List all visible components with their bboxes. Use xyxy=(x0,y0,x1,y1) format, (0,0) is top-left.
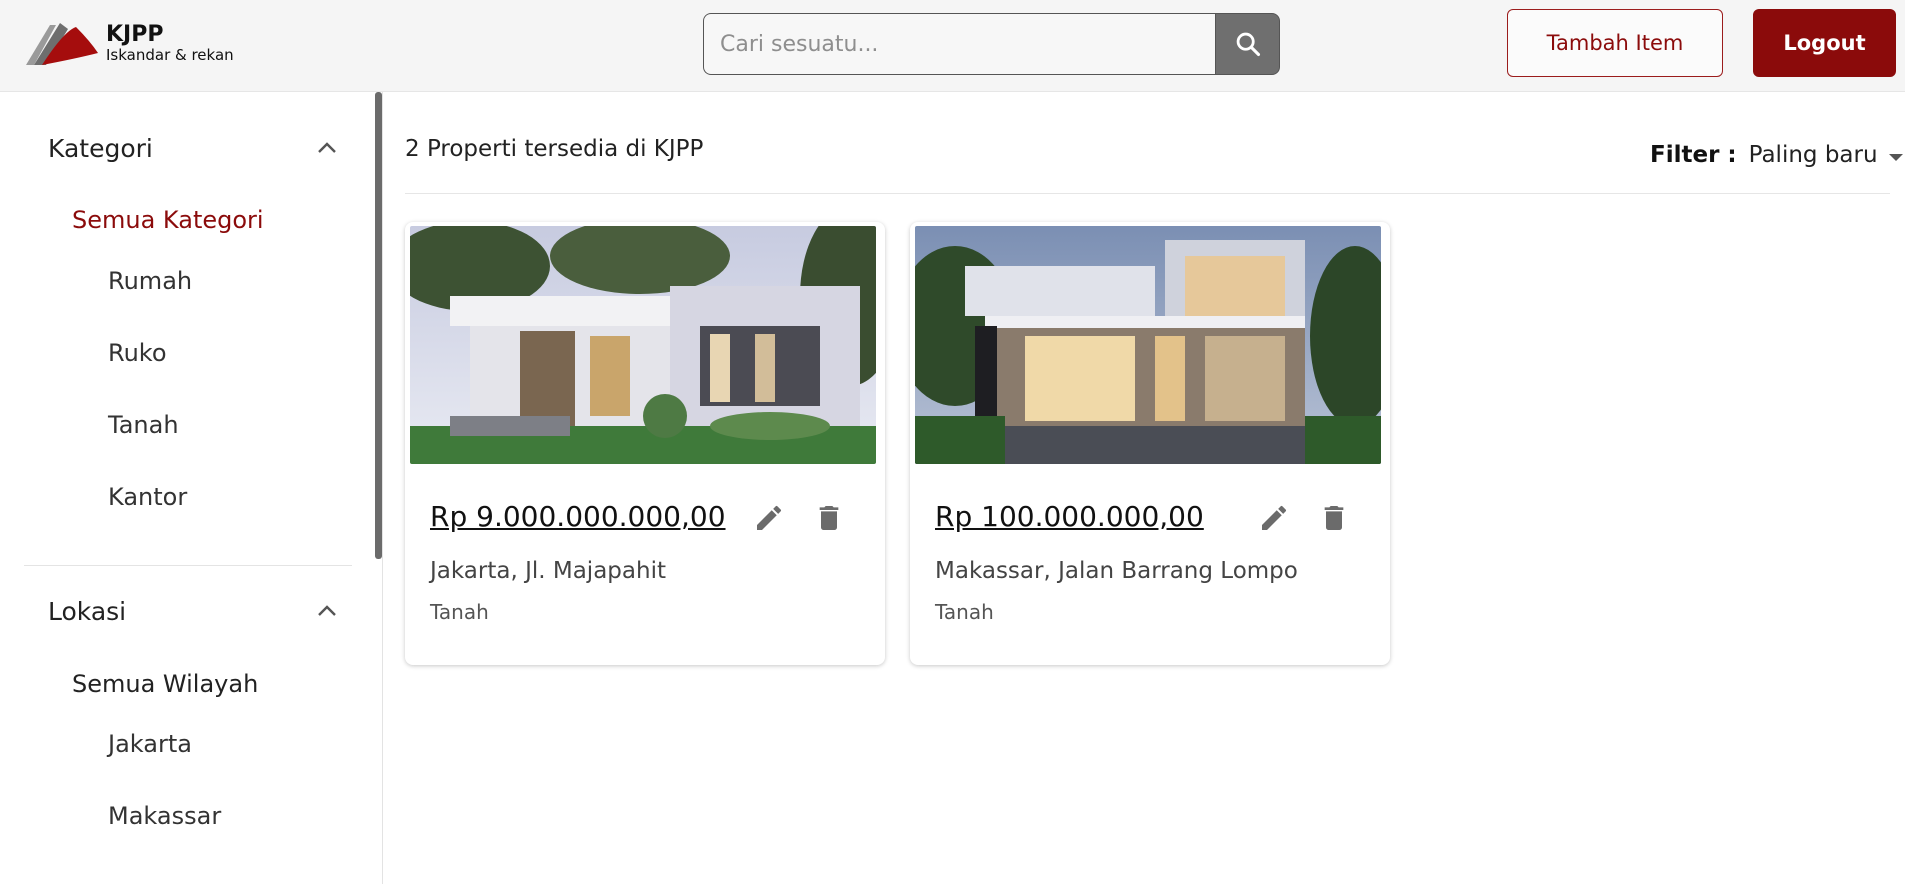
trash-icon[interactable] xyxy=(1318,502,1350,538)
trash-icon[interactable] xyxy=(813,502,845,538)
results-count-title: 2 Properti tersedia di KJPP xyxy=(405,136,704,162)
logo[interactable]: KJPP Iskandar & rekan xyxy=(24,18,244,68)
pencil-icon[interactable] xyxy=(753,502,785,538)
kategori-section-header[interactable]: Kategori xyxy=(48,128,338,168)
logo-title: KJPP xyxy=(106,21,164,47)
search-bar xyxy=(703,13,1280,75)
property-location: Jakarta, Jl. Majapahit xyxy=(430,558,666,584)
chevron-up-icon[interactable] xyxy=(316,604,338,618)
add-item-button[interactable]: Tambah Item xyxy=(1507,9,1723,77)
property-photo[interactable] xyxy=(915,226,1381,464)
sidebar-divider xyxy=(24,565,352,566)
sidebar-item-tanah[interactable]: Tanah xyxy=(108,411,179,439)
property-price[interactable]: Rp 100.000.000,00 xyxy=(935,500,1204,533)
sidebar: Kategori Semua Kategori Rumah Ruko Tanah… xyxy=(0,92,383,884)
property-card[interactable]: Rp 100.000.000,00 Makassar, Jalan Barran… xyxy=(910,222,1390,665)
caret-down-icon[interactable] xyxy=(1888,142,1904,168)
top-header: KJPP Iskandar & rekan Tambah Item Logout xyxy=(0,0,1905,92)
property-category: Tanah xyxy=(430,600,489,624)
filter-value[interactable]: Paling baru xyxy=(1749,142,1878,168)
sidebar-item-jakarta[interactable]: Jakarta xyxy=(108,730,192,758)
sidebar-scrollbar[interactable] xyxy=(375,92,382,559)
property-price[interactable]: Rp 9.000.000.000,00 xyxy=(430,500,726,533)
filter-label: Filter : xyxy=(1650,142,1737,168)
sidebar-item-rumah[interactable]: Rumah xyxy=(108,267,192,295)
property-photo[interactable] xyxy=(410,226,876,464)
property-category: Tanah xyxy=(935,600,994,624)
sidebar-item-semua-wilayah[interactable]: Semua Wilayah xyxy=(72,670,258,698)
logout-button[interactable]: Logout xyxy=(1753,9,1896,77)
sidebar-item-semua-kategori[interactable]: Semua Kategori xyxy=(72,206,264,234)
logo-text: KJPP Iskandar & rekan xyxy=(106,21,234,64)
search-icon xyxy=(1236,32,1260,57)
lokasi-section-header[interactable]: Lokasi xyxy=(48,591,338,631)
kategori-title: Kategori xyxy=(48,133,153,163)
filter-dropdown[interactable]: Filter : Paling baru xyxy=(1650,142,1904,168)
chevron-up-icon[interactable] xyxy=(316,141,338,155)
sidebar-item-ruko[interactable]: Ruko xyxy=(108,339,167,367)
kjpp-logo-icon xyxy=(26,23,98,65)
lokasi-title: Lokasi xyxy=(48,596,127,626)
property-location: Makassar, Jalan Barrang Lompo xyxy=(935,558,1298,584)
pencil-icon[interactable] xyxy=(1258,502,1290,538)
sidebar-item-makassar[interactable]: Makassar xyxy=(108,802,221,830)
search-button[interactable] xyxy=(1215,13,1280,75)
main-divider xyxy=(405,193,1890,194)
logo-subtitle: Iskandar & rekan xyxy=(106,45,234,64)
property-card[interactable]: Rp 9.000.000.000,00 Jakarta, Jl. Majapah… xyxy=(405,222,885,665)
search-input[interactable] xyxy=(703,13,1215,75)
sidebar-item-kantor[interactable]: Kantor xyxy=(108,483,187,511)
